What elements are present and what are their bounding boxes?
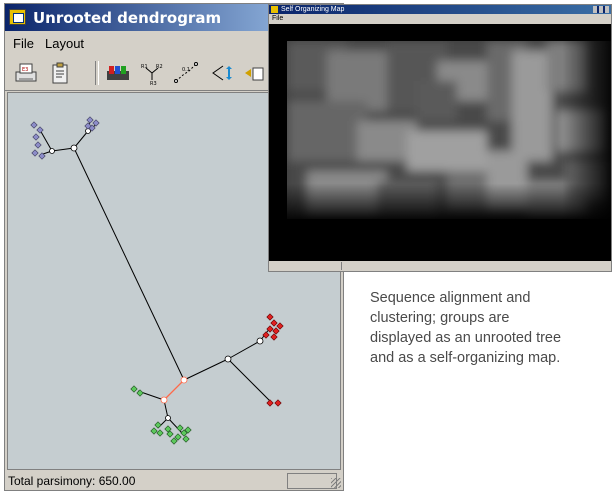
figure-caption: Sequence alignment and clustering; group…: [370, 288, 610, 368]
leaf-node[interactable]: [36, 126, 44, 134]
branch-length-icon[interactable]: 0.1: [173, 60, 199, 86]
resize-grip[interactable]: [331, 478, 341, 488]
leaf-node[interactable]: [182, 435, 190, 443]
leaf-node[interactable]: [154, 421, 162, 429]
leaf-node[interactable]: [150, 427, 158, 435]
som-status-bar: [269, 261, 611, 271]
tree-style-label-r3: R3: [150, 81, 157, 86]
cluster-red: [262, 313, 284, 407]
menu-layout[interactable]: Layout: [45, 36, 84, 51]
highlight-branch: [163, 379, 185, 401]
leaf-node[interactable]: [86, 116, 94, 124]
leaf-node[interactable]: [156, 429, 164, 437]
leaf-node[interactable]: [262, 331, 270, 339]
leaf-node[interactable]: [274, 399, 282, 407]
clipboard-icon[interactable]: [47, 60, 73, 86]
leaf-node[interactable]: [32, 133, 40, 141]
window-controls-icon[interactable]: [593, 6, 609, 13]
som-title-bar[interactable]: Self Organizing Map: [269, 5, 611, 14]
leaf-node[interactable]: [176, 424, 184, 432]
som-app-icon: [271, 6, 278, 13]
svg-text:E3: E3: [22, 67, 28, 73]
leaf-node[interactable]: [92, 119, 100, 127]
cluster-green: [130, 385, 192, 445]
som-menu-bar: File: [269, 14, 611, 24]
som-menu-file[interactable]: File: [272, 15, 283, 22]
som-window-title: Self Organizing Map: [281, 6, 345, 13]
layout-icon[interactable]: [243, 60, 269, 86]
som-window: Self Organizing Map File: [268, 4, 612, 272]
tree-style-label-r1: R1: [141, 64, 148, 70]
expand-icon[interactable]: [209, 60, 235, 86]
leaf-node[interactable]: [34, 141, 42, 149]
leaf-node[interactable]: [31, 149, 39, 157]
leaf-node[interactable]: [272, 327, 280, 335]
caption-line: displayed as an unrooted tree: [370, 330, 562, 346]
caption-line: and as a self-organizing map.: [370, 350, 561, 366]
caption-line: Sequence alignment and: [370, 290, 531, 306]
status-pane: [287, 473, 337, 489]
leaf-node[interactable]: [270, 333, 278, 341]
toolbar-separator: [95, 61, 99, 85]
status-bar: Total parsimony: 650.00: [5, 472, 343, 490]
tree-style-label-r2: R2: [156, 64, 163, 70]
leaf-node[interactable]: [270, 319, 278, 327]
leaf-node[interactable]: [30, 121, 38, 129]
leaf-node[interactable]: [266, 313, 274, 321]
internal-nodes: [49, 128, 264, 421]
caption-line: clustering; groups are: [370, 310, 510, 326]
total-parsimony: Total parsimony: 650.00: [8, 474, 136, 488]
tree-style-icon[interactable]: R1 R2 R3: [139, 60, 165, 87]
branch-length-label: 0.1: [182, 67, 190, 73]
menu-file[interactable]: File: [13, 36, 34, 51]
som-map[interactable]: [287, 41, 611, 219]
leaf-node[interactable]: [276, 322, 284, 330]
window-title: Unrooted dendrogram: [33, 9, 222, 27]
leaf-node[interactable]: [130, 385, 138, 393]
color-tree-icon[interactable]: [105, 60, 131, 86]
app-icon: [9, 9, 26, 25]
leaf-node[interactable]: [266, 399, 274, 407]
leaf-node[interactable]: [136, 389, 144, 397]
print-icon[interactable]: E3: [13, 60, 39, 86]
